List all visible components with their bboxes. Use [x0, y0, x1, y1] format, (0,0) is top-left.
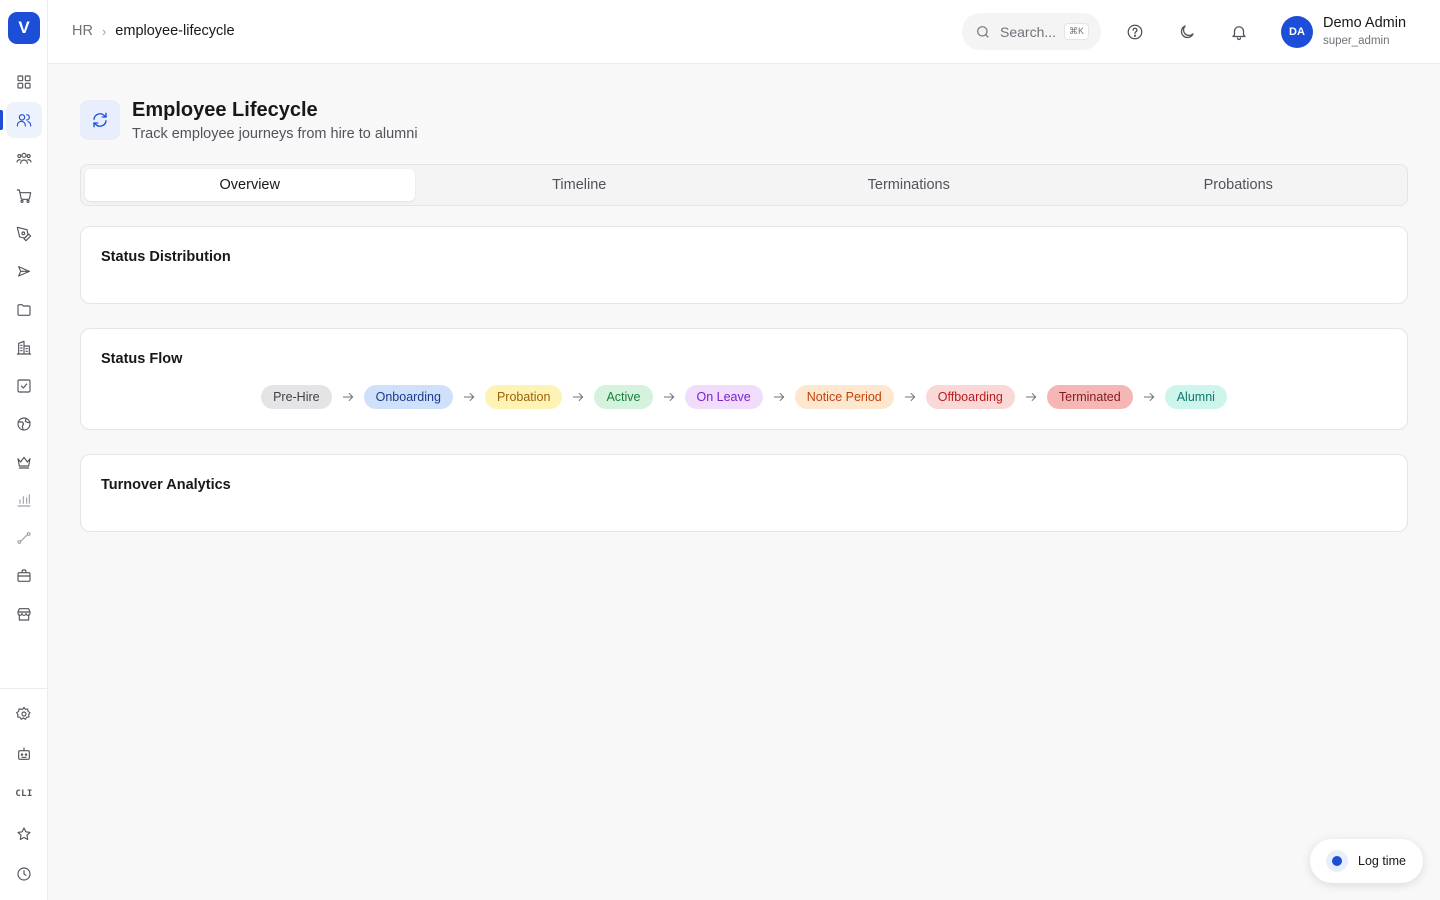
notifications-button[interactable]	[1225, 18, 1253, 46]
log-time-label: Log time	[1358, 854, 1406, 868]
breadcrumb-separator-icon: ›	[101, 23, 107, 39]
sidebar-divider	[0, 688, 47, 689]
search-icon	[977, 25, 989, 38]
bar-chart-icon	[17, 494, 31, 507]
bot-icon	[18, 747, 30, 760]
users-icon	[16, 114, 32, 127]
sidebar-item-favorites[interactable]	[6, 816, 42, 852]
tab-bar: Overview Timeline Terminations Probation…	[80, 164, 1408, 206]
tab-probations[interactable]: Probations	[1074, 169, 1404, 201]
tab-timeline[interactable]: Timeline	[415, 169, 745, 201]
search-placeholder: Search...	[1000, 23, 1057, 40]
star-icon	[17, 827, 31, 841]
store-icon	[17, 608, 31, 621]
briefcase-icon	[17, 569, 31, 582]
sidebar-item-web[interactable]	[6, 406, 42, 442]
team-icon	[16, 152, 32, 164]
sidebar-item-files[interactable]	[6, 292, 42, 328]
sidebar-item-routes[interactable]	[6, 520, 42, 556]
arrow-right-icon	[1142, 390, 1156, 404]
search-input[interactable]: Search... ⌘K	[962, 13, 1101, 50]
sidebar-item-design[interactable]	[6, 216, 42, 252]
sidebar-item-dashboard[interactable]	[6, 64, 42, 100]
arrow-right-icon	[772, 390, 786, 404]
sidebar-item-company[interactable]	[6, 330, 42, 366]
sidebar-item-cli[interactable]: CLI	[6, 776, 42, 812]
card-title: Status Flow	[101, 351, 183, 367]
top-header: HR › employee-lifecycle Search... ⌘K DA …	[48, 0, 1440, 64]
avatar[interactable]: DA	[1281, 16, 1313, 48]
card-title: Status Distribution	[101, 249, 231, 265]
sidebar-item-people[interactable]	[6, 140, 42, 176]
status-flow: Pre-Hire Onboarding Probation Active On Leav…	[81, 385, 1407, 409]
status-pill: Notice Period	[794, 385, 894, 409]
page-subtitle: Track employee journeys from hire to alu…	[132, 126, 418, 142]
search-shortcut: ⌘K	[1064, 23, 1090, 40]
card-title: Turnover Analytics	[101, 477, 231, 493]
breadcrumb-current: employee-lifecycle	[115, 23, 235, 39]
status-pill: Offboarding	[925, 385, 1015, 409]
active-indicator	[0, 110, 3, 130]
status-pill: Terminated	[1046, 385, 1133, 409]
sidebar-item-history[interactable]	[6, 856, 42, 892]
globe-icon	[17, 417, 31, 431]
sidebar-item-store[interactable]	[6, 596, 42, 632]
sidebar-item-premium[interactable]	[6, 444, 42, 480]
status-pill: Onboarding	[363, 385, 453, 409]
sidebar-item-marketing[interactable]	[6, 254, 42, 290]
page-icon	[80, 100, 120, 140]
sidebar-item-settings[interactable]	[6, 696, 42, 732]
arrow-right-icon	[1024, 390, 1038, 404]
status-flow-card: Status Flow Pre-Hire Onboarding Probation A…	[80, 328, 1408, 430]
send-icon	[18, 266, 30, 277]
arrow-right-icon	[462, 390, 476, 404]
status-distribution-card: Status Distribution	[80, 226, 1408, 304]
pen-icon	[16, 226, 32, 242]
checkbox-icon	[17, 379, 31, 393]
route-icon	[17, 532, 31, 544]
arrow-right-icon	[341, 390, 355, 404]
settings-icon	[16, 706, 31, 720]
sidebar-item-tasks[interactable]	[6, 368, 42, 404]
status-pill: On Leave	[684, 385, 763, 409]
sidebar: V CLI	[0, 0, 48, 900]
breadcrumb-root[interactable]: HR	[72, 23, 93, 39]
refresh-cycle-icon	[93, 112, 107, 128]
theme-toggle-button[interactable]	[1173, 18, 1201, 46]
user-name[interactable]: Demo Admin	[1323, 15, 1406, 31]
tab-terminations[interactable]: Terminations	[744, 169, 1074, 201]
sidebar-item-commerce[interactable]	[6, 178, 42, 214]
turnover-analytics-card: Turnover Analytics	[80, 454, 1408, 532]
sidebar-item-hr[interactable]	[6, 102, 42, 138]
status-pill: Probation	[484, 385, 563, 409]
sidebar-item-analytics[interactable]	[6, 482, 42, 518]
moon-icon	[1180, 25, 1194, 39]
page-title: Employee Lifecycle	[132, 99, 318, 121]
timer-icon	[1326, 850, 1348, 872]
cart-icon	[16, 189, 32, 203]
cli-icon: CLI	[15, 789, 33, 799]
clock-icon	[17, 867, 31, 881]
status-pill: Alumni	[1164, 385, 1227, 409]
status-pill: Pre-Hire	[261, 385, 332, 409]
help-icon	[1127, 24, 1143, 40]
bell-icon	[1232, 26, 1246, 41]
arrow-right-icon	[662, 390, 676, 404]
arrow-right-icon	[571, 390, 585, 404]
breadcrumb: HR › employee-lifecycle	[72, 23, 235, 39]
user-role: super_admin	[1323, 35, 1390, 47]
sidebar-item-jobs[interactable]	[6, 558, 42, 594]
crown-icon	[17, 456, 31, 469]
status-pill: Active	[594, 385, 653, 409]
sidebar-item-bot[interactable]	[6, 736, 42, 772]
app-logo[interactable]: V	[8, 12, 40, 44]
log-time-button[interactable]: Log time	[1310, 839, 1423, 883]
help-button[interactable]	[1121, 18, 1149, 46]
dashboard-icon	[17, 75, 31, 89]
tab-overview[interactable]: Overview	[85, 169, 415, 201]
building-icon	[16, 340, 32, 355]
arrow-right-icon	[903, 390, 917, 404]
folder-icon	[17, 304, 31, 316]
